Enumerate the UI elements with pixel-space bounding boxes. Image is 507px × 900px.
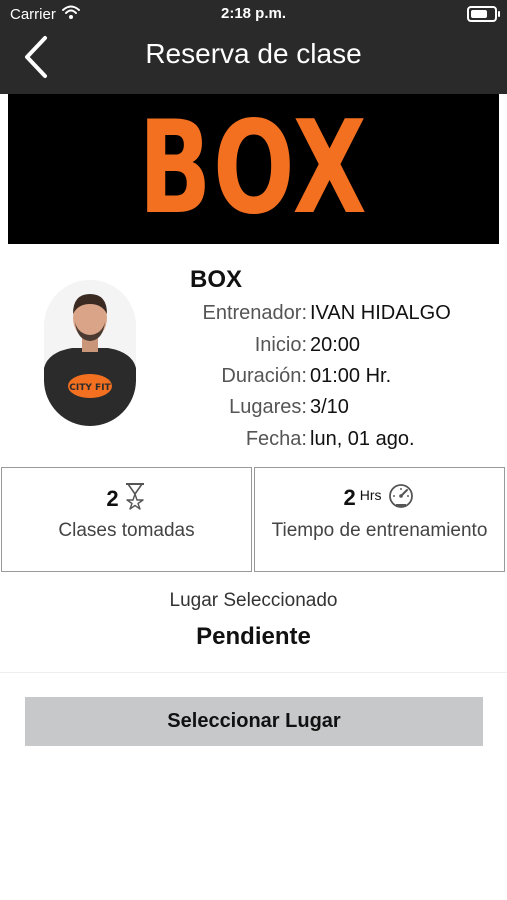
detail-row-start: Inicio: 20:00 bbox=[150, 334, 500, 362]
detail-value: 01:00 Hr. bbox=[310, 365, 392, 387]
stats-panel: 2 Clases tomadas 2 Hrs Tiempo de entrena… bbox=[0, 467, 507, 575]
detail-value: 20:00 bbox=[310, 334, 361, 356]
page-title: Reserva de clase bbox=[145, 38, 362, 69]
stat-number: 2 bbox=[343, 484, 356, 510]
shirt-logo-text: CITY FIT bbox=[69, 383, 111, 393]
detail-row-trainer: Entrenador: IVAN HIDALGO bbox=[150, 302, 500, 330]
detail-label: Inicio: bbox=[254, 334, 307, 356]
banner-text: BOX bbox=[138, 94, 369, 243]
detail-label: Lugares: bbox=[229, 396, 307, 418]
selected-place: Lugar Seleccionado Pendiente bbox=[0, 576, 507, 673]
detail-row-duration: Duración: 01:00 Hr. bbox=[150, 365, 500, 393]
battery-fill bbox=[471, 10, 487, 18]
selected-place-value: Pendiente bbox=[196, 623, 311, 650]
navigation-bar: Reserva de clase bbox=[0, 28, 507, 94]
stat-top: 2 bbox=[2, 482, 251, 515]
status-time: 2:18 p.m. bbox=[220, 5, 287, 22]
trainer-avatar: CITY FIT bbox=[44, 280, 136, 426]
class-banner: BOX bbox=[8, 94, 499, 244]
class-name: BOX bbox=[190, 266, 243, 293]
detail-value: 3/10 bbox=[310, 396, 349, 418]
battery-icon bbox=[467, 6, 500, 22]
detail-value: lun, 01 ago. bbox=[310, 428, 415, 450]
detail-row-date: Fecha: lun, 01 ago. bbox=[150, 428, 500, 456]
status-bar: Carrier 2:18 p.m. bbox=[0, 0, 507, 28]
class-info: CITY FIT BOX Entrenador: IVAN HIDALGO In… bbox=[0, 244, 507, 467]
detail-label: Entrenador: bbox=[202, 302, 307, 324]
stat-label: Clases tomadas bbox=[58, 520, 195, 541]
stat-classes-taken: 2 Clases tomadas bbox=[1, 467, 252, 572]
stat-unit: Hrs bbox=[359, 486, 382, 503]
detail-value: IVAN HIDALGO bbox=[310, 302, 451, 324]
stat-training-time: 2 Hrs Tiempo de entrenamiento bbox=[254, 467, 505, 572]
stat-number: 2 bbox=[106, 485, 119, 511]
detail-label: Fecha: bbox=[245, 428, 307, 450]
detail-label: Duración: bbox=[221, 365, 307, 387]
stat-label: Tiempo de entrenamiento bbox=[271, 520, 488, 541]
stat-top: 2 Hrs bbox=[255, 482, 504, 513]
selected-place-label: Lugar Seleccionado bbox=[169, 590, 338, 611]
detail-row-places: Lugares: 3/10 bbox=[150, 396, 500, 424]
select-place-button[interactable]: Seleccionar Lugar bbox=[25, 697, 483, 746]
hourglass-star-icon bbox=[123, 482, 147, 515]
speedometer-icon bbox=[386, 482, 416, 513]
